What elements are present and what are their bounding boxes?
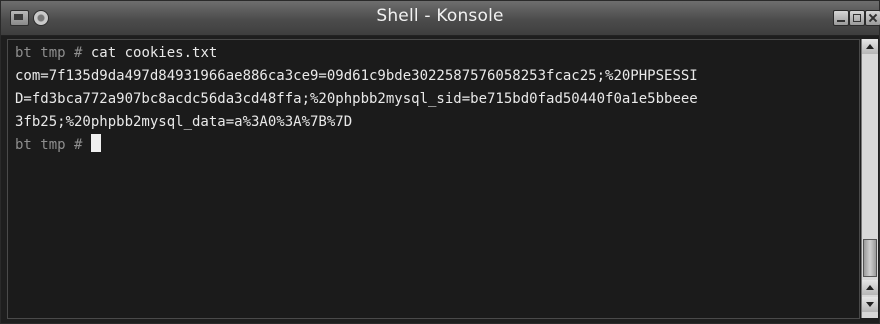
scroll-up-arrow-icon[interactable] [862,39,878,54]
scrollbar-thumb[interactable] [863,239,877,277]
terminal-area[interactable]: bt tmp # cat cookies.txt com=7f135d9da49… [7,39,860,319]
scroll-up-arrow-icon[interactable] [862,280,878,295]
shell-prompt: bt tmp # [15,137,83,153]
title-bar[interactable]: Shell - Konsole [1,1,880,36]
output-line: D=fd3bca772a907bc8acdc56da3cd48ffa;%20ph… [15,91,698,107]
konsole-window: Shell - Konsole bt tmp # cat cookies.txt… [0,0,880,324]
maximize-icon[interactable] [849,10,865,26]
terminal-output: bt tmp # cat cookies.txt com=7f135d9da49… [15,42,857,157]
output-line: com=7f135d9da497d84931966ae886ca3ce9=09d… [15,68,698,84]
scroll-down-arrow-icon[interactable] [862,297,878,312]
output-line: 3fb25;%20phpbb2mysql_data=a%3A0%3A%7B%7D [15,114,353,130]
shell-prompt: bt tmp # [15,45,83,61]
command-text [82,137,90,153]
command-text: cat cookies.txt [82,45,218,61]
minimize-icon[interactable] [833,10,849,26]
window-title: Shell - Konsole [376,6,504,26]
vertical-scrollbar[interactable] [861,39,878,318]
text-cursor [90,134,101,152]
close-icon[interactable] [865,10,880,26]
